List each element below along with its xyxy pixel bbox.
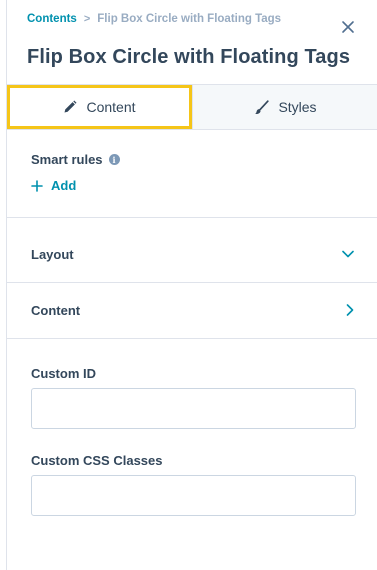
chevron-right-icon	[346, 304, 354, 316]
divider	[7, 338, 377, 339]
smart-rules-label: Smart rules	[31, 152, 103, 167]
custom-css-classes-label: Custom CSS Classes	[31, 453, 163, 468]
module-editor-panel: Contents > Flip Box Circle with Floating…	[6, 0, 377, 570]
add-smart-rule-button[interactable]: Add	[31, 178, 120, 193]
tab-styles-label: Styles	[278, 99, 317, 115]
section-content-toggle[interactable]: Content	[7, 282, 377, 338]
breadcrumb-current: Flip Box Circle with Floating Tags	[97, 13, 282, 25]
section-layout-label: Layout	[31, 246, 74, 262]
section-content-label: Content	[31, 302, 81, 318]
brush-icon	[255, 99, 270, 114]
close-icon	[342, 21, 354, 33]
breadcrumb: Contents > Flip Box Circle with Floating…	[27, 13, 281, 25]
smart-rules-heading: Smart rules i	[31, 152, 120, 167]
close-button[interactable]	[341, 20, 355, 34]
smart-rules-section: Smart rules i Add	[31, 152, 120, 193]
tab-content-label: Content	[86, 99, 136, 115]
tab-styles[interactable]: Styles	[192, 85, 377, 129]
pencil-icon	[64, 100, 77, 113]
page-title: Flip Box Circle with Floating Tags	[27, 46, 351, 68]
chevron-down-icon	[342, 250, 354, 258]
editor-tabs: Content Styles	[7, 84, 377, 130]
breadcrumb-separator: >	[83, 13, 91, 25]
plus-icon	[31, 179, 43, 192]
info-icon[interactable]: i	[108, 154, 120, 165]
breadcrumb-contents-link[interactable]: Contents	[27, 13, 77, 25]
custom-css-classes-input[interactable]	[31, 475, 356, 516]
custom-id-input[interactable]	[31, 388, 356, 429]
add-smart-rule-label: Add	[51, 178, 77, 193]
divider	[7, 217, 377, 218]
custom-id-label: Custom ID	[31, 366, 96, 381]
section-layout-toggle[interactable]: Layout	[7, 226, 377, 282]
tab-content[interactable]: Content	[7, 85, 192, 129]
